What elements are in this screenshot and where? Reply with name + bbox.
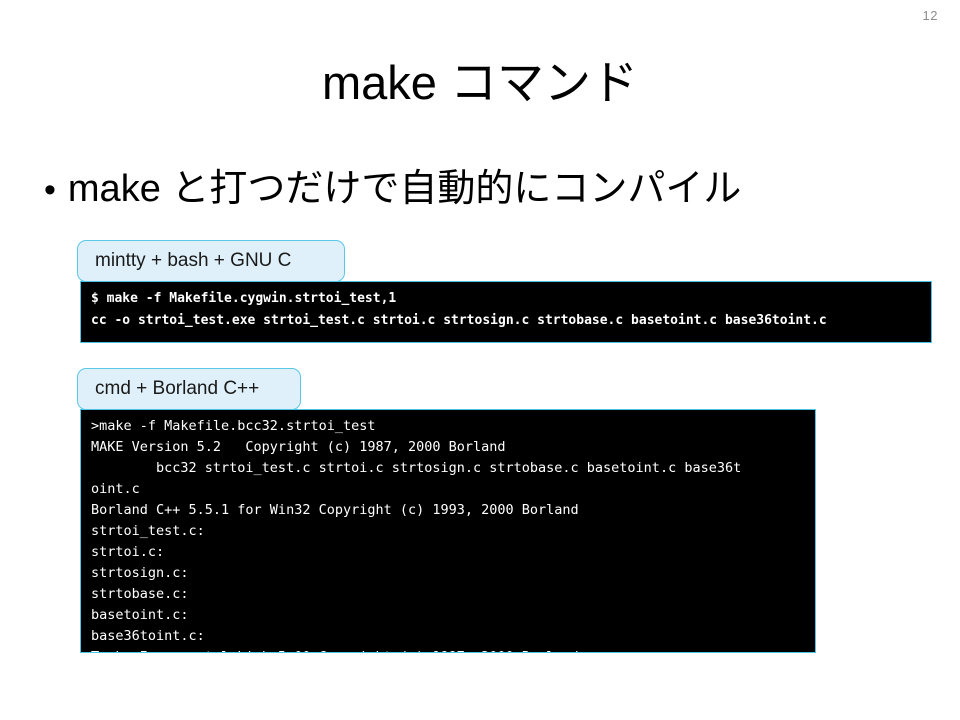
terminal-output-cygwin: $ make -f Makefile.cygwin.strtoi_test,1 … bbox=[80, 281, 932, 343]
page-number: 12 bbox=[922, 8, 938, 23]
caption-tab-cmd: cmd + Borland C++ bbox=[77, 368, 301, 410]
slide-canvas: 12 make コマンド • make と打つだけで自動的にコンパイル mint… bbox=[0, 0, 960, 720]
page-title: make コマンド bbox=[322, 56, 638, 109]
bullet-item-label: make と打つだけで自動的にコンパイル bbox=[67, 168, 742, 210]
bullet-marker-icon: • bbox=[44, 170, 56, 209]
terminal-text-bcc32: >make -f Makefile.bcc32.strtoi_test MAKE… bbox=[91, 418, 742, 652]
bullet-item: • make と打つだけで自動的にコンパイル bbox=[44, 168, 924, 212]
terminal-text-cygwin: $ make -f Makefile.cygwin.strtoi_test,1 … bbox=[91, 291, 827, 328]
caption-tab-mintty: mintty + bash + GNU C bbox=[77, 240, 345, 282]
terminal-output-bcc32: >make -f Makefile.bcc32.strtoi_test MAKE… bbox=[80, 409, 816, 653]
